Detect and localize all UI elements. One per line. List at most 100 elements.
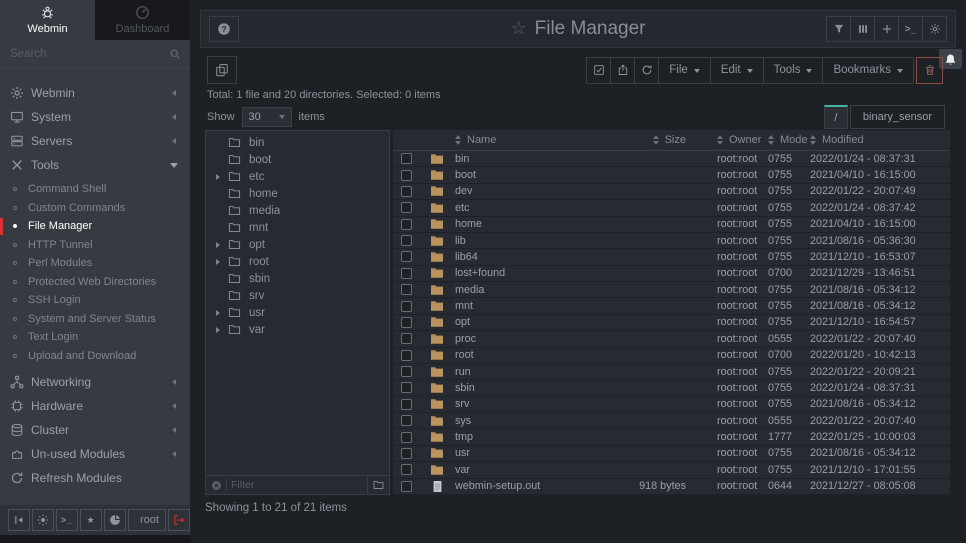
sidebar-item-text-login[interactable]: Text Login [0,328,190,347]
sidebar-item-servers[interactable]: Servers [0,129,190,153]
row-checkbox[interactable] [401,333,412,344]
column-header-name[interactable]: Name [455,132,590,148]
file-row-opt[interactable]: optroot:root07552021/12/10 - 16:54:57 [393,315,950,331]
file-row-tmp[interactable]: tmproot:root17772022/01/25 - 10:00:03 [393,429,950,445]
sidebar-item-tools[interactable]: Tools [0,153,190,177]
file-row-proc[interactable]: procroot:root05552022/01/22 - 20:07:40 [393,331,950,347]
tab-dashboard[interactable]: Dashboard [95,0,190,40]
tree-item-bin[interactable]: bin [206,134,389,151]
row-checkbox[interactable] [401,464,412,475]
tree-item-home[interactable]: home [206,185,389,202]
file-row-boot[interactable]: bootroot:root07552021/04/10 - 16:15:00 [393,167,950,183]
tree-item-srv[interactable]: srv [206,287,389,304]
row-checkbox[interactable] [401,235,412,246]
expand-icon[interactable] [216,327,223,333]
sidebar-item-http-tunnel[interactable]: HTTP Tunnel [0,236,190,255]
columns-button[interactable] [850,16,875,42]
select-all-button[interactable] [586,57,611,84]
file-row-webmin-setup-out[interactable]: webmin-setup.out918 bytesroot:root064420… [393,479,950,495]
row-checkbox[interactable] [401,186,412,197]
clear-filter-icon[interactable] [211,480,222,491]
file-row-var[interactable]: varroot:root07552021/12/10 - 17:01:55 [393,462,950,478]
sidebar-item-perl-modules[interactable]: Perl Modules [0,254,190,273]
help-button[interactable]: ? [209,16,239,42]
collapse-sidebar-button[interactable] [8,509,30,531]
filter-button[interactable] [826,16,851,42]
tree-item-root[interactable]: root [206,253,389,270]
settings-button[interactable] [922,16,947,42]
terminal-button[interactable]: >_ [56,509,78,531]
export-button[interactable] [610,57,635,84]
row-checkbox[interactable] [401,284,412,295]
row-checkbox[interactable] [401,317,412,328]
sidebar-item-networking[interactable]: Networking [0,370,190,394]
file-row-run[interactable]: runroot:root07552022/01/22 - 20:09:21 [393,364,950,380]
file-row-home[interactable]: homeroot:root07552021/04/10 - 16:15:00 [393,217,950,233]
search-input[interactable] [0,48,190,60]
sidebar-item-un-used-modules[interactable]: Un-used Modules [0,442,190,466]
row-checkbox[interactable] [401,399,412,410]
file-row-dev[interactable]: devroot:root07552022/01/22 - 20:07:49 [393,184,950,200]
row-checkbox[interactable] [401,301,412,312]
row-checkbox[interactable] [401,153,412,164]
row-checkbox[interactable] [401,170,412,181]
file-row-mnt[interactable]: mntroot:root07552021/08/16 - 05:34:12 [393,298,950,314]
tree-folder-button[interactable] [367,476,389,494]
logout-button[interactable] [168,509,190,531]
column-header-mode[interactable]: Mode [762,132,808,148]
sidebar-item-file-manager[interactable]: File Manager [0,217,190,236]
file-menu[interactable]: File [658,57,711,84]
expand-icon[interactable] [216,310,223,316]
tree-item-etc[interactable]: etc [206,168,389,185]
row-checkbox[interactable] [401,251,412,262]
row-checkbox[interactable] [401,415,412,426]
file-row-root[interactable]: rootroot:root07002022/01/20 - 10:42:13 [393,348,950,364]
file-row-sbin[interactable]: sbinroot:root07552022/01/24 - 08:37:31 [393,380,950,396]
sidebar-item-cluster[interactable]: Cluster [0,418,190,442]
row-checkbox[interactable] [401,481,412,492]
file-row-lib64[interactable]: lib64root:root07552021/12/10 - 16:53:07 [393,249,950,265]
language-button[interactable] [104,509,126,531]
favorite-star-icon[interactable]: ☆ [510,18,526,38]
sidebar-item-ssh-login[interactable]: SSH Login [0,291,190,310]
add-button[interactable] [874,16,899,42]
sidebar-item-custom-commands[interactable]: Custom Commands [0,199,190,218]
tree-item-boot[interactable]: boot [206,151,389,168]
file-row-lost-found[interactable]: lost+foundroot:root07002021/12/29 - 13:4… [393,266,950,282]
tree-item-var[interactable]: var [206,321,389,338]
breadcrumb-root-button[interactable]: / [824,105,848,129]
row-checkbox[interactable] [401,350,412,361]
tree-item-mnt[interactable]: mnt [206,219,389,236]
expand-icon[interactable] [216,242,223,248]
theme-button[interactable] [32,509,54,531]
expand-icon[interactable] [216,259,223,265]
file-row-sys[interactable]: sysroot:root05552022/01/22 - 20:07:40 [393,413,950,429]
expand-icon[interactable] [216,174,223,180]
row-checkbox[interactable] [401,448,412,459]
tab-webmin[interactable]: Webmin [0,0,95,40]
sidebar-item-refresh-modules[interactable]: Refresh Modules [0,466,190,490]
row-checkbox[interactable] [401,268,412,279]
breadcrumb-path[interactable]: binary_sensor [850,105,945,129]
sidebar-item-system-and-server-status[interactable]: System and Server Status [0,310,190,329]
file-row-etc[interactable]: etcroot:root07552022/01/24 - 08:37:42 [393,200,950,216]
file-row-srv[interactable]: srvroot:root07552021/08/16 - 05:34:12 [393,397,950,413]
sidebar-item-protected-web-directories[interactable]: Protected Web Directories [0,273,190,292]
tree-item-usr[interactable]: usr [206,304,389,321]
sidebar-item-upload-and-download[interactable]: Upload and Download [0,347,190,366]
column-header-size[interactable]: Size [590,132,700,148]
sidebar-item-webmin[interactable]: Webmin [0,81,190,105]
row-checkbox[interactable] [401,366,412,377]
header-terminal-button[interactable]: >_ [898,16,923,42]
delete-button[interactable] [916,57,943,84]
sidebar-item-hardware[interactable]: Hardware [0,394,190,418]
file-row-bin[interactable]: binroot:root07552022/01/24 - 08:37:31 [393,151,950,167]
row-checkbox[interactable] [401,382,412,393]
tools-menu[interactable]: Tools [763,57,824,84]
column-header-modified[interactable]: Modified [808,132,950,148]
tree-filter-input[interactable] [226,479,367,491]
tree-item-media[interactable]: media [206,202,389,219]
user-button[interactable]: root [128,509,166,531]
file-row-lib[interactable]: libroot:root07552021/08/16 - 05:36:30 [393,233,950,249]
row-checkbox[interactable] [401,202,412,213]
